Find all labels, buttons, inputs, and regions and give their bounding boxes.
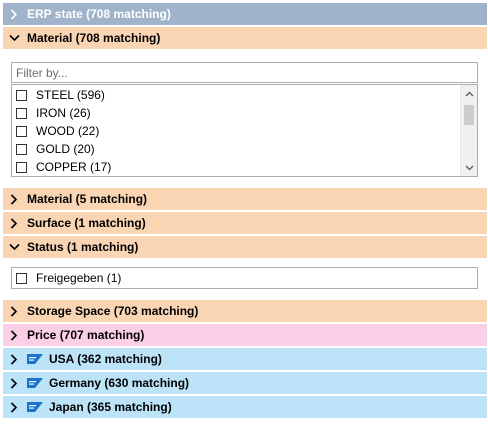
section-label: ERP state (708 matching): [27, 7, 171, 21]
vertical-scrollbar[interactable]: [460, 85, 477, 176]
list-item-label: IRON (26): [36, 106, 91, 120]
list-item-label: Freigegeben (1): [36, 271, 122, 285]
section-header-surface[interactable]: Surface (1 matching): [3, 212, 487, 234]
checkbox[interactable]: [16, 272, 27, 284]
section-header-status[interactable]: Status (1 matching): [3, 236, 487, 258]
section-label: Material (708 matching): [27, 31, 161, 45]
list-item[interactable]: WOOD (22): [16, 122, 99, 140]
section-label: Germany (630 matching): [49, 376, 190, 390]
list-item-label: STEEL (596): [36, 88, 105, 102]
checkbox[interactable]: [16, 89, 27, 101]
chevron-right-icon: [7, 400, 21, 414]
section-label: Japan (365 matching): [49, 400, 172, 414]
chevron-right-icon: [7, 192, 21, 206]
list-item[interactable]: COPPER (17): [16, 158, 111, 176]
section-header-material[interactable]: Material (708 matching): [3, 27, 487, 49]
chevron-right-icon: [7, 352, 21, 366]
chevron-down-icon: [7, 240, 21, 254]
checkbox[interactable]: [16, 125, 27, 137]
section-label: Price (707 matching): [27, 328, 145, 342]
material-filter-input[interactable]: [11, 62, 478, 83]
section-header-price[interactable]: Price (707 matching): [3, 324, 487, 346]
section-label: Status (1 matching): [27, 240, 139, 254]
section-label: Storage Space (703 matching): [27, 304, 199, 318]
section-header-storage-space[interactable]: Storage Space (703 matching): [3, 300, 487, 322]
scroll-up-icon[interactable]: [461, 85, 477, 102]
list-item[interactable]: Freigegeben (1): [16, 269, 121, 287]
list-item-label: WOOD (22): [36, 124, 100, 138]
section-header-material-2[interactable]: Material (5 matching): [3, 188, 487, 210]
section-label: USA (362 matching): [49, 352, 162, 366]
list-item-label: GOLD (20): [36, 142, 95, 156]
scroll-down-icon[interactable]: [461, 159, 477, 176]
list-item[interactable]: GOLD (20): [16, 140, 95, 158]
section-label: Surface (1 matching): [27, 216, 146, 230]
chevron-right-icon: [7, 376, 21, 390]
list-item[interactable]: IRON (26): [16, 104, 91, 122]
list-item[interactable]: STEEL (596): [16, 86, 105, 104]
section-header-usa[interactable]: USA (362 matching): [3, 348, 487, 370]
sap-icon: [27, 354, 43, 364]
scrollbar-thumb[interactable]: [464, 105, 474, 125]
chevron-right-icon: [7, 328, 21, 342]
checkbox[interactable]: [16, 143, 27, 155]
list-item-label: COPPER (17): [36, 160, 112, 174]
sap-icon: [27, 402, 43, 412]
chevron-right-icon: [7, 216, 21, 230]
chevron-right-icon: [7, 7, 21, 21]
checkbox[interactable]: [16, 107, 27, 119]
filter-panel: ERP state (708 matching) Material (708 m…: [0, 0, 488, 427]
section-label: Material (5 matching): [27, 192, 148, 206]
status-value-list: Freigegeben (1): [11, 267, 478, 289]
section-header-japan[interactable]: Japan (365 matching): [3, 396, 487, 418]
chevron-right-icon: [7, 304, 21, 318]
material-value-list: STEEL (596) IRON (26) WOOD (22) GOLD (20…: [11, 84, 478, 177]
sap-icon: [27, 378, 43, 388]
section-header-erp-state[interactable]: ERP state (708 matching): [3, 3, 487, 25]
section-header-germany[interactable]: Germany (630 matching): [3, 372, 487, 394]
checkbox[interactable]: [16, 161, 27, 173]
chevron-down-icon: [7, 31, 21, 45]
